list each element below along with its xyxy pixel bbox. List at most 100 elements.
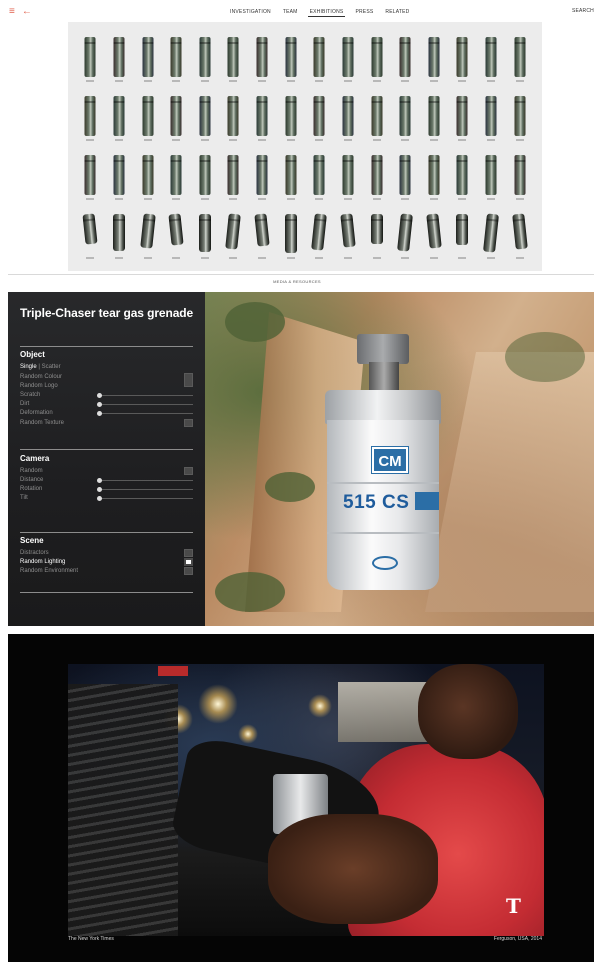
canister-thumbnail[interactable]	[191, 34, 220, 93]
option-random-environment[interactable]: Random Environment	[20, 567, 193, 575]
canister-thumbnail[interactable]	[420, 34, 449, 93]
canister-thumbnail[interactable]	[276, 152, 305, 211]
nav-item-related[interactable]: RELATED	[383, 8, 411, 17]
option-camera-random[interactable]: Random	[20, 467, 193, 475]
canister-thumbnail[interactable]	[362, 152, 391, 211]
canister-thumbnail[interactable]	[391, 152, 420, 211]
slider-knob[interactable]	[97, 487, 102, 492]
slider-knob[interactable]	[97, 411, 102, 416]
canister-thumbnail[interactable]	[133, 152, 162, 211]
option-distractors[interactable]: Distractors	[20, 549, 193, 557]
canister-thumbnail[interactable]	[162, 211, 191, 270]
canister-thumbnail[interactable]	[420, 152, 449, 211]
canister-thumbnail[interactable]	[334, 152, 363, 211]
canister-thumbnail[interactable]	[505, 211, 534, 270]
canister-thumbnail[interactable]	[105, 211, 134, 270]
canister-thumbnail[interactable]	[133, 34, 162, 93]
random-lighting-checkbox[interactable]	[184, 558, 193, 566]
canister-thumbnail[interactable]	[276, 211, 305, 270]
canister-thumbnail[interactable]	[219, 93, 248, 152]
canister-thumbnail[interactable]	[248, 34, 277, 93]
canister-thumbnail[interactable]	[276, 93, 305, 152]
canister-thumbnail[interactable]	[219, 211, 248, 270]
canister-thumbnail[interactable]	[391, 34, 420, 93]
canister-thumbnail[interactable]	[76, 93, 105, 152]
canister-thumbnail[interactable]	[162, 93, 191, 152]
canister-thumbnail[interactable]	[477, 211, 506, 270]
nav-item-investigation[interactable]: INVESTIGATION	[228, 8, 273, 17]
canister-thumbnail[interactable]	[248, 152, 277, 211]
canister-thumbnail[interactable]	[448, 34, 477, 93]
canister-thumbnail[interactable]	[477, 93, 506, 152]
canister-thumbnail[interactable]	[505, 152, 534, 211]
canister-thumbnail[interactable]	[76, 34, 105, 93]
search-link[interactable]: SEARCH	[572, 8, 594, 14]
canister-thumbnail[interactable]	[276, 34, 305, 93]
option-random-lighting[interactable]: Random Lighting	[20, 558, 193, 566]
canister-thumbnail[interactable]	[133, 93, 162, 152]
canister-thumbnail[interactable]	[448, 152, 477, 211]
rotation-slider[interactable]	[97, 487, 193, 492]
option-random-colour[interactable]: Random Colour	[20, 373, 193, 387]
distance-slider[interactable]	[97, 478, 193, 483]
canister-thumbnail[interactable]	[477, 34, 506, 93]
canister-thumbnail[interactable]	[334, 211, 363, 270]
canister-thumbnail[interactable]	[334, 34, 363, 93]
canister-thumbnail[interactable]	[248, 211, 277, 270]
deformation-slider[interactable]	[97, 411, 193, 416]
slider-knob[interactable]	[97, 478, 102, 483]
slider-knob[interactable]	[97, 496, 102, 501]
camera-random-checkbox[interactable]	[184, 467, 193, 475]
video-player[interactable]: T The New York Times Ferguson, USA, 2014	[8, 634, 594, 962]
distractors-checkbox[interactable]	[184, 549, 193, 557]
canister-thumbnail[interactable]	[162, 34, 191, 93]
canister-thumbnail[interactable]	[248, 93, 277, 152]
canister-thumbnail[interactable]	[477, 152, 506, 211]
canister-thumbnail[interactable]	[219, 34, 248, 93]
dirt-slider[interactable]	[97, 402, 193, 407]
canister-thumbnail[interactable]	[76, 152, 105, 211]
canister-thumbnail[interactable]	[162, 152, 191, 211]
option-random-logo[interactable]: Random Logo	[20, 383, 193, 389]
canister-thumbnail[interactable]	[105, 34, 134, 93]
canister-thumbnail[interactable]	[362, 93, 391, 152]
canister-thumbnail[interactable]	[191, 152, 220, 211]
random-texture-checkbox[interactable]	[184, 419, 193, 427]
canister-thumbnail[interactable]	[191, 211, 220, 270]
canister-thumbnail[interactable]	[362, 34, 391, 93]
mode-single[interactable]: Single	[20, 364, 37, 370]
canister-thumbnail[interactable]	[391, 93, 420, 152]
option-random-texture[interactable]: Random Texture	[20, 419, 193, 427]
canister-thumbnail[interactable]	[420, 93, 449, 152]
canister-thumbnail[interactable]	[391, 211, 420, 270]
canister-thumbnail[interactable]	[191, 93, 220, 152]
canister-thumbnail[interactable]	[133, 211, 162, 270]
canister-thumbnail[interactable]	[219, 152, 248, 211]
canister-thumbnail[interactable]	[105, 152, 134, 211]
slider-knob[interactable]	[97, 402, 102, 407]
canister-thumbnail[interactable]	[448, 211, 477, 270]
arrow-left-icon[interactable]: ←	[22, 6, 32, 17]
canister-thumbnail[interactable]	[334, 93, 363, 152]
canister-thumbnail[interactable]	[105, 93, 134, 152]
random-environment-checkbox[interactable]	[184, 567, 193, 575]
canister-thumbnail[interactable]	[505, 34, 534, 93]
slider-knob[interactable]	[97, 393, 102, 398]
canister-thumbnail[interactable]	[420, 211, 449, 270]
render-viewport[interactable]: CM 515 CS	[205, 292, 594, 626]
nav-item-team[interactable]: TEAM	[281, 8, 300, 17]
canister-thumbnail[interactable]	[305, 211, 334, 270]
nav-item-exhibitions[interactable]: EXHIBITIONS	[307, 8, 346, 17]
nav-item-press[interactable]: PRESS	[353, 8, 375, 17]
canister-thumbnail[interactable]	[76, 211, 105, 270]
hamburger-icon[interactable]: ≡	[9, 6, 15, 17]
canister-thumbnail[interactable]	[305, 34, 334, 93]
canister-thumbnail[interactable]	[505, 93, 534, 152]
canister-thumbnail[interactable]	[362, 211, 391, 270]
canister-thumbnail[interactable]	[305, 93, 334, 152]
tilt-slider[interactable]	[97, 496, 193, 501]
mode-scatter[interactable]: Scatter	[42, 364, 61, 370]
canister-thumbnail[interactable]	[448, 93, 477, 152]
scratch-slider[interactable]	[97, 393, 193, 398]
canister-thumbnail[interactable]	[305, 152, 334, 211]
